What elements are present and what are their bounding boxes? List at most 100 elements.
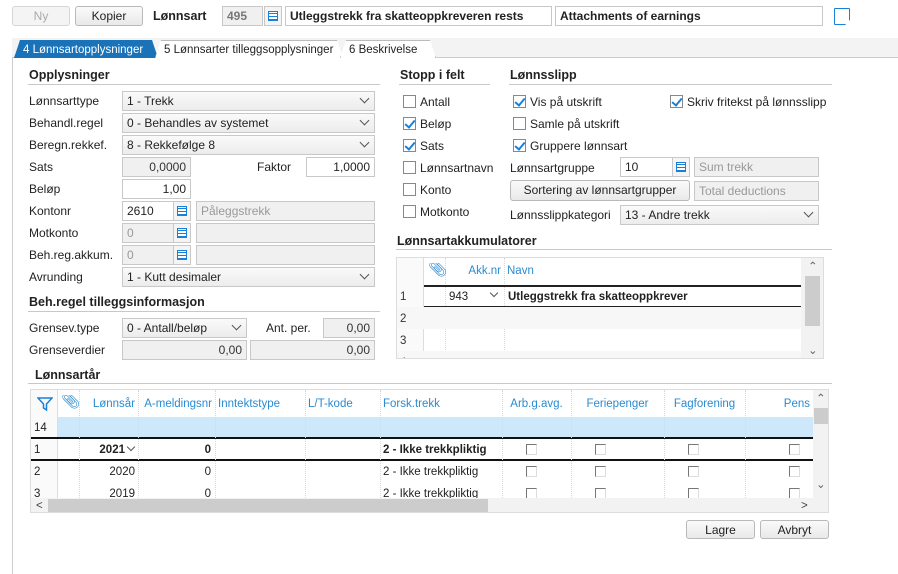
scroll-up-icon[interactable]: ⌃ bbox=[816, 392, 826, 406]
tillegg-heading: Beh.regel tilleggsinformasjon bbox=[29, 295, 205, 309]
antper-field[interactable]: 0,00 bbox=[323, 318, 375, 338]
lookup-list-icon[interactable] bbox=[173, 223, 191, 243]
avrunding-select[interactable]: 1 - Kutt desimaler bbox=[122, 267, 375, 287]
column-header[interactable]: Fagforening bbox=[667, 397, 742, 411]
beregn-select[interactable]: 8 - Rekkefølge 8 bbox=[122, 135, 375, 155]
grensev-select[interactable]: 0 - Antall/beløp bbox=[122, 318, 247, 338]
column-header[interactable]: Arb.g.avg. bbox=[505, 397, 568, 411]
kontonr-field[interactable]: 2610 bbox=[122, 201, 174, 221]
stopp-checkbox[interactable] bbox=[403, 161, 416, 174]
copy-button[interactable]: Kopier bbox=[75, 6, 143, 26]
scroll-up-icon[interactable]: ⌃ bbox=[808, 260, 818, 274]
grenseverdi-2-field[interactable]: 0,00 bbox=[250, 340, 375, 360]
lonnsar-cell[interactable]: 2021 bbox=[81, 443, 125, 457]
table-row[interactable]: 4 bbox=[397, 351, 801, 358]
column-header[interactable]: A-meldingsnr bbox=[141, 397, 212, 411]
lookup-list-icon[interactable] bbox=[173, 245, 191, 265]
table-row[interactable]: 2 2020 0 2 - Ikke trekkpliktig bbox=[31, 461, 813, 483]
checkbox[interactable] bbox=[595, 444, 606, 455]
column-header[interactable]: L/T-kode bbox=[308, 397, 377, 411]
row-number: 1 bbox=[400, 291, 407, 303]
stopp-checkbox[interactable] bbox=[403, 95, 416, 108]
column-header[interactable]: Lønnsår bbox=[82, 397, 135, 411]
column-header[interactable]: Inntektstype bbox=[218, 397, 302, 411]
tab-beskrivelse[interactable]: 6 Beskrivelse bbox=[340, 40, 436, 58]
scroll-left-icon[interactable]: < bbox=[36, 499, 43, 512]
lonnsart-number-field[interactable]: 495 bbox=[222, 6, 263, 26]
column-header[interactable]: Forsk.trekk bbox=[383, 397, 499, 411]
akknr-cell[interactable]: 943 bbox=[449, 290, 468, 304]
lonnsarttype-label: Lønnsarttype bbox=[29, 94, 100, 108]
sats-field[interactable]: 0,0000 bbox=[122, 157, 191, 177]
a-meldingsnr-cell: 0 bbox=[204, 466, 211, 478]
stopp-checkbox[interactable] bbox=[403, 139, 416, 152]
divider bbox=[28, 84, 380, 85]
horizontal-scrollbar[interactable]: < > bbox=[31, 498, 828, 512]
forsk-trekk-cell[interactable]: 2 - Ikke trekkpliktig bbox=[383, 443, 487, 457]
note-icon[interactable] bbox=[834, 8, 850, 25]
column-header-navn[interactable]: Navn bbox=[507, 264, 534, 278]
scrollbar-thumb[interactable] bbox=[814, 408, 828, 424]
forsk-trekk-cell[interactable]: 2 - Ikke trekkpliktig bbox=[383, 465, 478, 479]
checkbox[interactable] bbox=[595, 466, 606, 477]
table-row[interactable]: 1 943 Utleggstrekk fra skatteoppkrever bbox=[397, 285, 801, 307]
lonnsar-cell[interactable]: 2020 bbox=[81, 465, 135, 479]
lookup-list-icon[interactable] bbox=[672, 157, 690, 177]
new-row[interactable] bbox=[58, 417, 813, 438]
kategori-select[interactable]: 13 - Andre trekk bbox=[620, 205, 819, 225]
stopp-checkbox[interactable] bbox=[403, 205, 416, 218]
scrollbar-thumb[interactable] bbox=[48, 499, 488, 512]
navn-cell: Utleggstrekk fra skatteoppkrever bbox=[508, 291, 688, 303]
tab-lonnsartopplysninger[interactable]: 4 Lønnsartopplysninger bbox=[14, 40, 158, 58]
gruppe-field[interactable]: 10 bbox=[620, 157, 673, 177]
scroll-right-icon[interactable]: > bbox=[801, 499, 808, 512]
sortering-button[interactable]: Sortering av lønnsartgrupper bbox=[510, 180, 690, 201]
lookup-list-icon[interactable] bbox=[173, 201, 191, 221]
chevron-down-icon[interactable] bbox=[489, 288, 499, 298]
vertical-scrollbar[interactable]: ⌃ ⌄ bbox=[813, 390, 828, 498]
cancel-button[interactable]: Avbryt bbox=[760, 520, 829, 539]
stopp-checkbox[interactable] bbox=[403, 183, 416, 196]
scrollbar-thumb[interactable] bbox=[805, 276, 820, 326]
grenseverdi-1-field[interactable]: 0,00 bbox=[122, 340, 247, 360]
table-row[interactable]: 3 bbox=[397, 329, 801, 351]
table-row[interactable]: 2 bbox=[397, 307, 801, 329]
motkonto-name-field bbox=[196, 223, 375, 243]
scroll-down-icon[interactable]: ⌄ bbox=[816, 478, 826, 492]
lonnsart-name-field[interactable]: Utleggstrekk fra skatteoppkreveren rests bbox=[285, 6, 552, 26]
chevron-down-icon[interactable] bbox=[126, 442, 136, 452]
column-header[interactable]: Pens bbox=[748, 397, 810, 411]
motkonto-field[interactable]: 0 bbox=[122, 223, 174, 243]
behandl-select[interactable]: 0 - Behandles av systemet bbox=[122, 113, 375, 133]
checkbox[interactable] bbox=[789, 466, 800, 477]
scroll-down-icon[interactable]: ⌄ bbox=[808, 344, 818, 358]
lonnsslipp-heading: Lønnsslipp bbox=[510, 68, 577, 82]
checkbox[interactable] bbox=[688, 466, 699, 477]
checkbox[interactable] bbox=[526, 466, 537, 477]
checkbox[interactable] bbox=[789, 444, 800, 455]
tab-tilleggsopplysninger[interactable]: 5 Lønnsarter tilleggsopplysninger bbox=[155, 40, 343, 58]
table-row[interactable]: 1 2021 0 2 - Ikke trekkpliktig bbox=[31, 439, 813, 461]
gruppere-checkbox[interactable] bbox=[513, 139, 526, 152]
column-header[interactable]: Feriepenger bbox=[574, 397, 661, 411]
lonnsart-name-en-field[interactable]: Attachments of earnings bbox=[555, 6, 823, 26]
checkbox[interactable] bbox=[526, 444, 537, 455]
lonnsarttype-select[interactable]: 1 - Trekk bbox=[122, 91, 375, 111]
skriv-fritekst-checkbox[interactable] bbox=[670, 95, 683, 108]
vis-checkbox[interactable] bbox=[513, 95, 526, 108]
checkbox[interactable] bbox=[688, 444, 699, 455]
behandl-value: 0 - Behandles av systemet bbox=[127, 116, 269, 130]
stopp-checkbox[interactable] bbox=[403, 117, 416, 130]
filter-icon[interactable] bbox=[37, 396, 53, 412]
samle-checkbox[interactable] bbox=[513, 117, 526, 130]
opplysninger-heading: Opplysninger bbox=[29, 68, 110, 82]
lookup-list-icon[interactable] bbox=[264, 6, 282, 26]
faktor-label: Faktor bbox=[257, 160, 292, 174]
save-button[interactable]: Lagre bbox=[686, 520, 755, 539]
vertical-scrollbar[interactable]: ⌃ ⌄ bbox=[801, 258, 823, 358]
behreg-field[interactable]: 0 bbox=[122, 245, 174, 265]
new-button[interactable]: Ny bbox=[12, 6, 70, 26]
column-header-akknr[interactable]: Akk.nr bbox=[447, 264, 501, 278]
faktor-field[interactable]: 1,0000 bbox=[306, 157, 375, 177]
belop-field[interactable]: 1,00 bbox=[122, 179, 191, 199]
